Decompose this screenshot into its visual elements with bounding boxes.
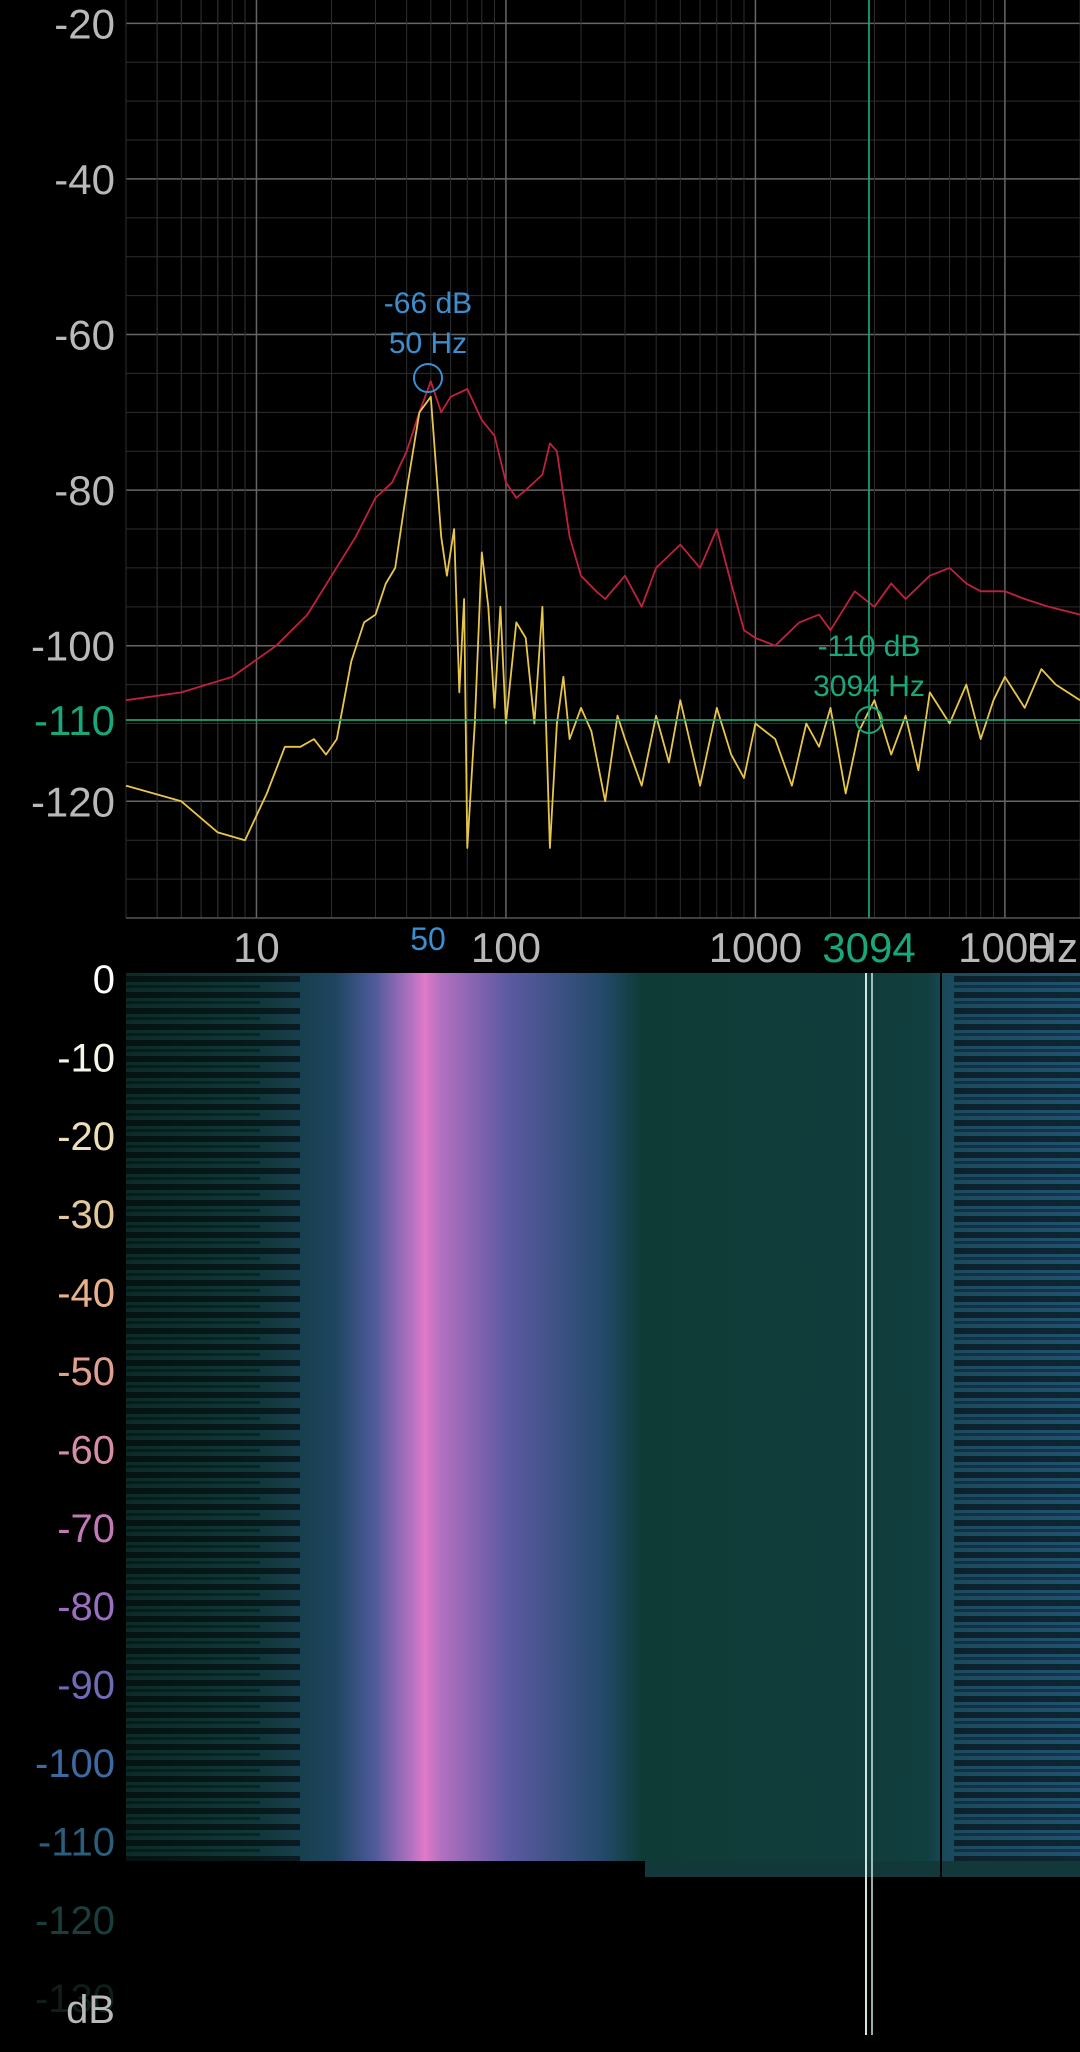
spectrum-plot-area[interactable] [125,0,1080,919]
spectrogram-scale-label: -90 [57,1664,115,1708]
cursor-hz-label: 3094 Hz [813,670,925,703]
spectrogram-scale-label: -100 [35,1742,115,1786]
spectrogram-scale-label: -50 [57,1350,115,1394]
spectrogram-scale-label: -20 [57,1115,115,1159]
peak-db-label: -66 dB [384,287,472,320]
y-tick-label: -100 [31,623,115,670]
spectrogram-scale-label: -30 [57,1193,115,1237]
y-tick-label: -120 [31,778,115,825]
x-tick-label: 10 [233,924,280,971]
spectrogram-texture [126,973,1080,1861]
spectrogram-scale-label: -40 [57,1272,115,1316]
y-tick-label: -60 [54,312,115,359]
x-tick-label: 1000 [709,924,802,971]
cursor-x-label: 3094 [822,924,915,971]
y-tick-label: -20 [54,0,115,47]
spectrogram-scale-label: -10 [57,1036,115,1080]
spectrum-analyzer: -20-40-60-80-100-120 10 100 1000 1000Hz -66… [31,0,1080,2035]
spectrogram-tail [645,1861,1080,1877]
x-tick-label: 100 [471,924,541,971]
cursor-y-label: -110 [34,697,115,744]
peak-hz-label: 50 Hz [389,327,467,360]
spectrogram-unit: dB [66,1988,115,2032]
y-tick-label: -80 [54,467,115,514]
plot-background [126,0,1080,918]
x-axis-ticks: 10 100 1000 1000Hz [233,924,1078,971]
spectrogram-scale-label: -60 [57,1428,115,1472]
spectrogram-db-scale: 0 -10 -20 -30 -40 -50 -60 -70 -80 -90 -100 -110 -120… [35,958,115,2021]
spectrogram[interactable] [126,973,1080,2035]
spectrogram-scale-label: -120 [35,1899,115,1943]
x-unit-label: Hz [1027,924,1078,971]
spectrogram-scale-label: -110 [38,1820,115,1864]
y-tick-label: -40 [54,156,115,203]
spectrogram-scale-label: -70 [57,1507,115,1551]
peak-x-label: 50 [410,921,446,957]
spectrogram-scale-label: 0 [93,958,115,1002]
cursor-db-label: -110 dB [818,630,921,663]
spectrogram-scale-label: -80 [57,1585,115,1629]
